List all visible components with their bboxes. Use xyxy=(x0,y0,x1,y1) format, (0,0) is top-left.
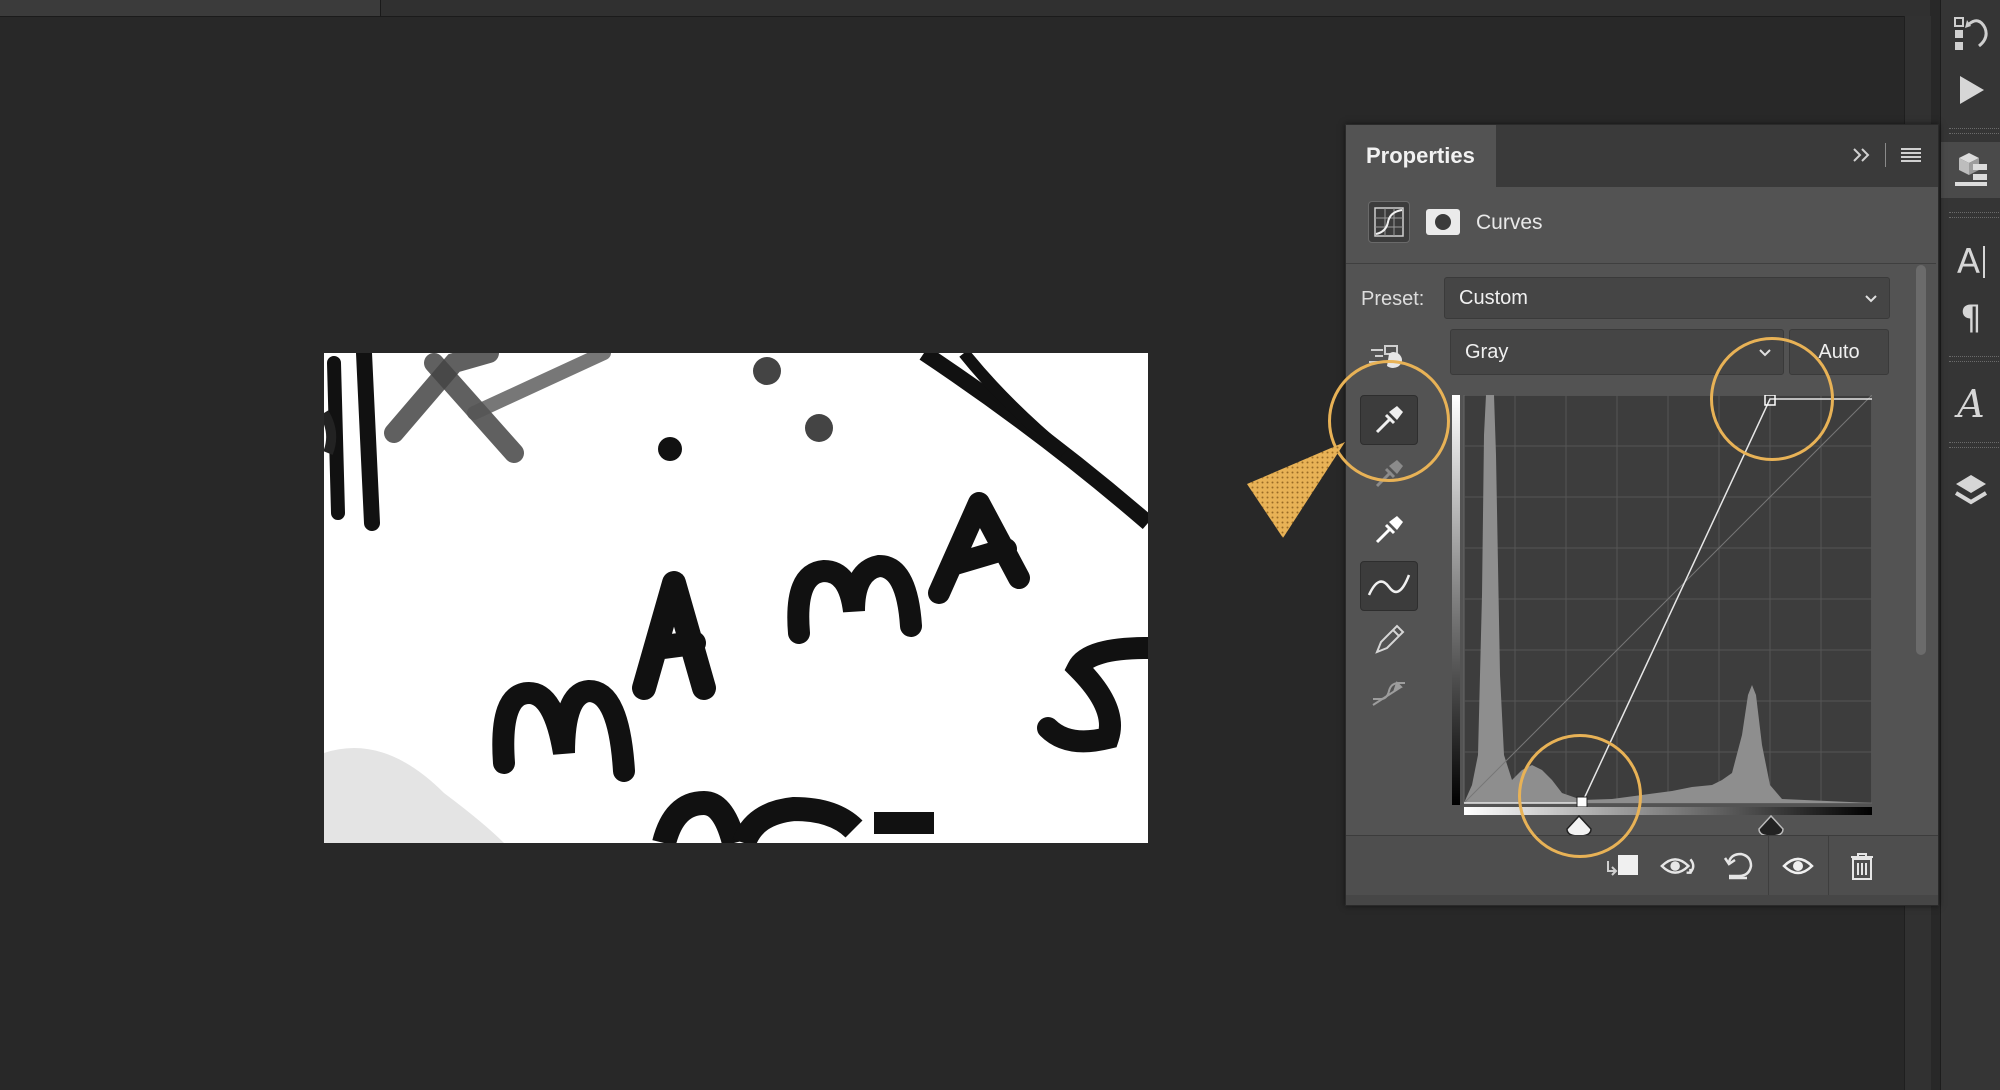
panel-scrollbar[interactable] xyxy=(1914,265,1928,685)
3d-properties-icon[interactable] xyxy=(1941,142,2000,198)
header-divider xyxy=(1885,143,1886,167)
right-panel-dock: A ¶ A xyxy=(1940,0,2000,1090)
dock-separator xyxy=(1949,442,2000,448)
channel-value: Gray xyxy=(1465,340,1509,363)
reset-icon[interactable] xyxy=(1718,848,1758,884)
output-gradient-bar xyxy=(1452,395,1460,805)
play-actions-icon[interactable] xyxy=(1941,62,2000,118)
callout-pointer-arrow xyxy=(1247,442,1345,538)
document-tab[interactable] xyxy=(0,0,381,16)
pencil-draw-icon[interactable] xyxy=(1360,615,1418,665)
paragraph-icon[interactable]: ¶ xyxy=(1941,290,2000,346)
layers-icon[interactable] xyxy=(1941,462,2000,518)
footer-divider xyxy=(1768,836,1769,896)
history-icon[interactable] xyxy=(1941,6,2000,62)
curve-points-icon[interactable] xyxy=(1360,561,1418,611)
panel-footer xyxy=(1346,835,1938,896)
properties-panel: Properties Curves Preset: Custom Gray Au… xyxy=(1345,124,1939,906)
curves-adjustment-icon[interactable] xyxy=(1368,201,1410,243)
section-divider xyxy=(1346,263,1936,264)
document-tab-bar xyxy=(0,0,1930,17)
view-previous-state-icon[interactable] xyxy=(1658,848,1698,884)
visibility-icon[interactable] xyxy=(1778,848,1818,884)
glyphs-icon[interactable]: A xyxy=(1941,376,2000,432)
dock-separator xyxy=(1949,128,2000,134)
brush-lettering-artwork xyxy=(324,353,1148,843)
dock-separator xyxy=(1949,212,2000,218)
adjustment-type-label: Curves xyxy=(1476,211,1543,234)
sample-white-point-icon[interactable] xyxy=(1360,505,1418,555)
document-canvas[interactable] xyxy=(324,353,1148,843)
expand-arrows-icon[interactable] xyxy=(1848,139,1876,171)
footer-divider xyxy=(1828,836,1829,896)
panel-header: Properties xyxy=(1346,125,1938,187)
dock-separator xyxy=(1949,356,2000,362)
properties-tab[interactable]: Properties xyxy=(1346,125,1496,187)
panel-scroll-thumb[interactable] xyxy=(1916,265,1926,655)
white-input-slider[interactable] xyxy=(1756,815,1786,837)
white-point-callout-ring xyxy=(1710,337,1834,461)
preset-label: Preset: xyxy=(1361,288,1425,310)
photoshop-workspace: A ¶ A Properties Curves Preset: Custom G… xyxy=(0,0,2000,1090)
clip-to-layer-icon[interactable] xyxy=(1602,848,1642,884)
panel-resize-grip[interactable] xyxy=(1346,895,1938,905)
chevron-down-icon xyxy=(1865,295,1877,303)
preset-select[interactable]: Custom xyxy=(1444,277,1890,319)
preset-value: Custom xyxy=(1459,286,1528,309)
panel-menu-icon[interactable] xyxy=(1896,139,1926,171)
layer-mask-icon[interactable] xyxy=(1422,201,1464,243)
character-icon[interactable]: A xyxy=(1941,234,2000,290)
delete-icon[interactable] xyxy=(1842,848,1882,884)
smooth-curve-icon[interactable] xyxy=(1360,669,1418,719)
curves-graph[interactable] xyxy=(1452,394,1873,815)
black-point-callout-ring xyxy=(1518,734,1642,858)
